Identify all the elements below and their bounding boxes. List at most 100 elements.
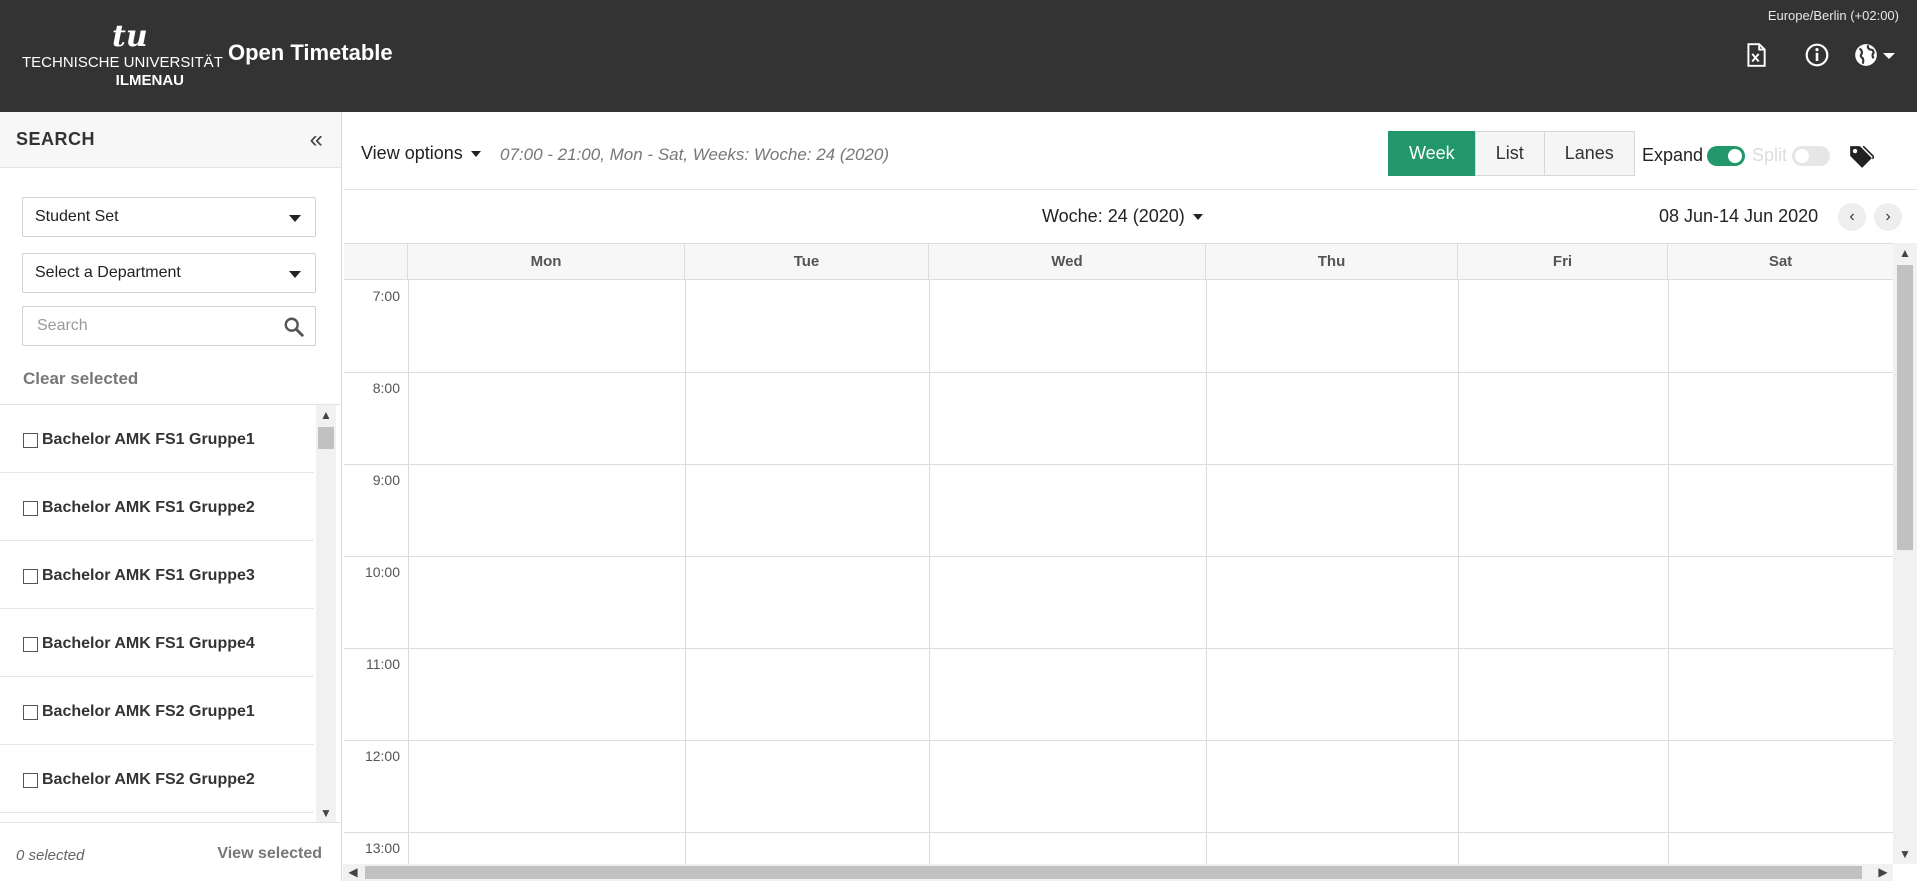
scroll-left-icon[interactable]: ◀ <box>343 864 363 881</box>
view-options-label: View options <box>361 143 463 163</box>
app-header: tu TECHNISCHE UNIVERSITÄT ILMENAU Open T… <box>0 0 1917 112</box>
week-view-button[interactable]: Week <box>1388 131 1476 176</box>
list-item-label: Bachelor AMK FS1 Gruppe1 <box>42 431 255 448</box>
time-column-header <box>344 244 408 280</box>
checkbox[interactable] <box>23 501 38 516</box>
tag-icon[interactable] <box>1848 144 1874 170</box>
checkbox[interactable] <box>23 637 38 652</box>
calendar-vertical-scrollbar[interactable]: ▲ ▼ <box>1893 243 1917 864</box>
column-divider <box>1458 280 1459 864</box>
view-toolbar: View options 07:00 - 21:00, Mon - Sat, W… <box>343 112 1917 190</box>
hour-line <box>344 648 1893 649</box>
scrollbar-thumb[interactable] <box>365 866 1862 879</box>
time-label: 7:00 <box>372 288 400 304</box>
caret-down-icon <box>1192 214 1203 221</box>
list-item[interactable]: Bachelor AMK FS1 Gruppe4 <box>0 609 314 677</box>
hour-line <box>344 832 1893 833</box>
expand-label: Expand <box>1642 145 1704 165</box>
time-label: 12:00 <box>364 748 400 764</box>
week-selector-dropdown[interactable]: Woche: 24 (2020) <box>1042 206 1203 227</box>
clear-selected-link[interactable]: Clear selected <box>23 369 138 389</box>
sidebar-footer: 0 selected View selected <box>0 822 342 881</box>
view-options-dropdown[interactable]: View options <box>361 143 481 164</box>
logo-mark: tu <box>112 19 148 54</box>
day-header-tue: Tue <box>685 244 929 280</box>
search-input[interactable] <box>24 308 264 344</box>
column-divider <box>1668 280 1669 864</box>
view-selected-link[interactable]: View selected <box>217 845 322 863</box>
day-header-thu: Thu <box>1206 244 1458 280</box>
timezone-label: Europe/Berlin (+02:00) <box>1767 8 1899 23</box>
calendar-horizontal-scrollbar[interactable]: ◀ ▶ <box>343 864 1893 881</box>
column-divider <box>1206 280 1207 864</box>
logo-line-2: ILMENAU <box>115 72 184 89</box>
department-select[interactable]: Select a Department <box>22 253 316 293</box>
time-label: 9:00 <box>372 472 400 488</box>
checkbox[interactable] <box>23 569 38 584</box>
list-item-label: Bachelor AMK FS1 Gruppe3 <box>42 567 255 584</box>
type-select-value: Student Set <box>35 208 119 225</box>
scrollbar-thumb[interactable] <box>1897 265 1913 550</box>
tu-ilmenau-logo[interactable]: tu TECHNISCHE UNIVERSITÄT ILMENAU <box>22 19 223 90</box>
list-item[interactable]: Bachelor AMK FS1 Gruppe2 <box>0 473 314 541</box>
list-item[interactable]: Bachelor AMK FS2 Gruppe1 <box>0 677 314 745</box>
time-label: 11:00 <box>366 656 400 672</box>
globe-icon[interactable] <box>1853 42 1879 68</box>
checkbox[interactable] <box>23 773 38 788</box>
collapse-sidebar-icon[interactable]: « <box>310 126 323 154</box>
excel-export-icon[interactable] <box>1743 42 1769 68</box>
hour-line <box>344 556 1893 557</box>
caret-down-icon <box>289 215 301 222</box>
day-header-sat: Sat <box>1668 244 1893 280</box>
column-divider <box>929 280 930 864</box>
prev-week-button[interactable]: ‹ <box>1838 203 1866 231</box>
scroll-up-icon[interactable]: ▲ <box>1893 243 1917 263</box>
list-item[interactable]: Bachelor AMK FS2 Gruppe2 <box>0 745 314 813</box>
app-title[interactable]: Open Timetable <box>228 40 393 66</box>
toggle-knob <box>1728 149 1742 163</box>
scroll-right-icon[interactable]: ▶ <box>1873 864 1893 881</box>
day-header-fri: Fri <box>1458 244 1668 280</box>
hour-line <box>344 740 1893 741</box>
scroll-down-icon[interactable]: ▼ <box>316 803 336 822</box>
sidebar-header: SEARCH « <box>0 112 341 168</box>
sidebar-title: SEARCH <box>16 129 96 149</box>
search-box <box>22 306 316 346</box>
list-scrollbar[interactable]: ▲ ▼ <box>316 405 336 822</box>
scroll-up-icon[interactable]: ▲ <box>316 405 336 425</box>
next-week-button[interactable]: › <box>1874 203 1902 231</box>
week-navigation: Woche: 24 (2020) 08 Jun-14 Jun 2020 ‹ › <box>343 191 1917 243</box>
expand-toggle[interactable] <box>1707 146 1745 166</box>
info-icon[interactable] <box>1804 42 1830 68</box>
time-label: 10:00 <box>364 564 400 580</box>
checkbox[interactable] <box>23 433 38 448</box>
list-item-label: Bachelor AMK FS1 Gruppe2 <box>42 499 255 516</box>
view-summary: 07:00 - 21:00, Mon - Sat, Weeks: Woche: … <box>500 145 889 164</box>
caret-down-icon <box>470 151 481 158</box>
time-label: 8:00 <box>372 380 400 396</box>
split-label: Split <box>1752 145 1788 165</box>
student-set-list: Bachelor AMK FS1 Gruppe1 Bachelor AMK FS… <box>0 404 342 822</box>
lanes-view-button[interactable]: Lanes <box>1543 131 1635 176</box>
search-sidebar: SEARCH « Student Set Select a Department… <box>0 112 342 881</box>
type-select[interactable]: Student Set <box>22 197 316 237</box>
list-item[interactable]: Bachelor AMK FS1 Gruppe3 <box>0 541 314 609</box>
week-calendar-grid: Mon Tue Wed Thu Fri Sat 7:00 8:00 9:00 1… <box>344 243 1893 864</box>
list-view-button[interactable]: List <box>1474 131 1545 176</box>
scroll-down-icon[interactable]: ▼ <box>1893 844 1917 864</box>
list-item-label: Bachelor AMK FS2 Gruppe1 <box>42 703 255 720</box>
list-item[interactable]: Bachelor AMK FS1 Gruppe1 <box>0 405 314 473</box>
hour-line <box>344 372 1893 373</box>
split-toggle[interactable] <box>1792 146 1830 166</box>
department-select-value: Select a Department <box>35 264 181 281</box>
search-icon[interactable] <box>283 316 305 338</box>
time-label: 13:00 <box>364 840 400 856</box>
chevron-down-icon[interactable] <box>1882 42 1896 68</box>
caret-down-icon <box>289 271 301 278</box>
week-selector-label: Woche: 24 (2020) <box>1042 206 1185 226</box>
checkbox[interactable] <box>23 705 38 720</box>
column-divider <box>685 280 686 864</box>
toggle-knob <box>1795 149 1809 163</box>
scrollbar-thumb[interactable] <box>318 427 334 449</box>
list-item-label: Bachelor AMK FS1 Gruppe4 <box>42 635 255 652</box>
